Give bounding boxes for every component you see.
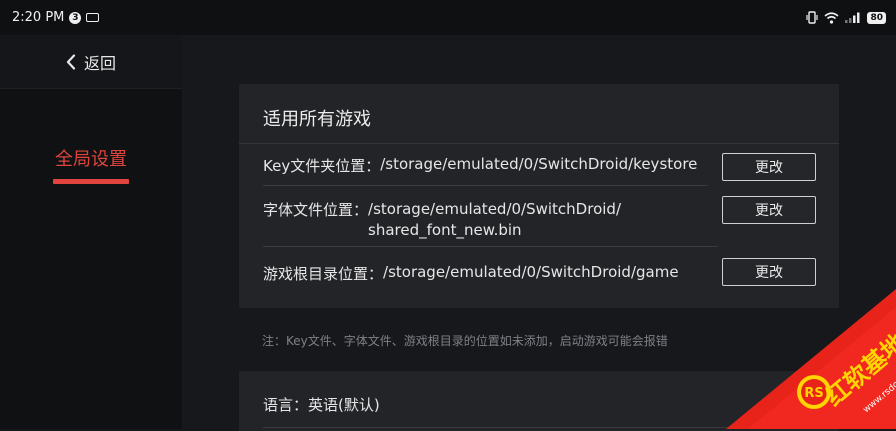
sidebar-item-global-settings[interactable]: 全局设置 [0, 145, 182, 184]
sidebar: 返回 全局设置 [0, 35, 182, 429]
settings-card: 适用所有游戏 Key文件夹位置： /storage/emulated/0/Swi… [239, 84, 839, 308]
language-setting: 语言：英语(默认) [263, 394, 380, 415]
active-indicator [53, 179, 129, 184]
divider [263, 185, 708, 186]
divider [263, 427, 779, 428]
back-button[interactable]: 返回 [0, 35, 182, 89]
chevron-left-icon [66, 54, 76, 70]
change-key-folder-button[interactable]: 更改 [722, 153, 816, 181]
divider [263, 246, 718, 247]
notification-badge-icon: 3 [69, 12, 81, 24]
row-path: /storage/emulated/0/SwitchDroid/keystore [380, 155, 697, 173]
language-value: 英语(默认) [308, 396, 380, 414]
row-label: Key文件夹位置： [263, 155, 380, 176]
note-text: 注：Key文件、字体文件、游戏根目录的位置如未添加，启动游戏可能会报错 [262, 332, 668, 349]
change-font-file-button[interactable]: 更改 [722, 196, 816, 224]
row-label: 字体文件位置： [263, 199, 368, 220]
battery-indicator: 80 [867, 12, 886, 24]
change-game-root-button[interactable]: 更改 [722, 258, 816, 286]
sidebar-item-label: 全局设置 [0, 145, 182, 171]
card-title: 适用所有游戏 [239, 84, 839, 144]
watermark: RS 红软基地 www.rsdown.cn [726, 289, 896, 429]
vibrate-icon [806, 11, 818, 24]
row-path: /storage/emulated/0/SwitchDroid/game [383, 263, 679, 281]
row-label: 游戏根目录位置： [263, 263, 383, 284]
status-bar: 2:20 PM 3 80 [0, 0, 896, 35]
language-label: 语言： [263, 396, 308, 414]
row-path: /storage/emulated/0/SwitchDroid/ shared_… [368, 199, 621, 241]
signal-icon [845, 12, 861, 23]
status-time: 2:20 PM [12, 10, 64, 25]
vpn-icon [86, 13, 99, 22]
back-label: 返回 [84, 50, 116, 74]
wifi-icon [824, 12, 839, 24]
